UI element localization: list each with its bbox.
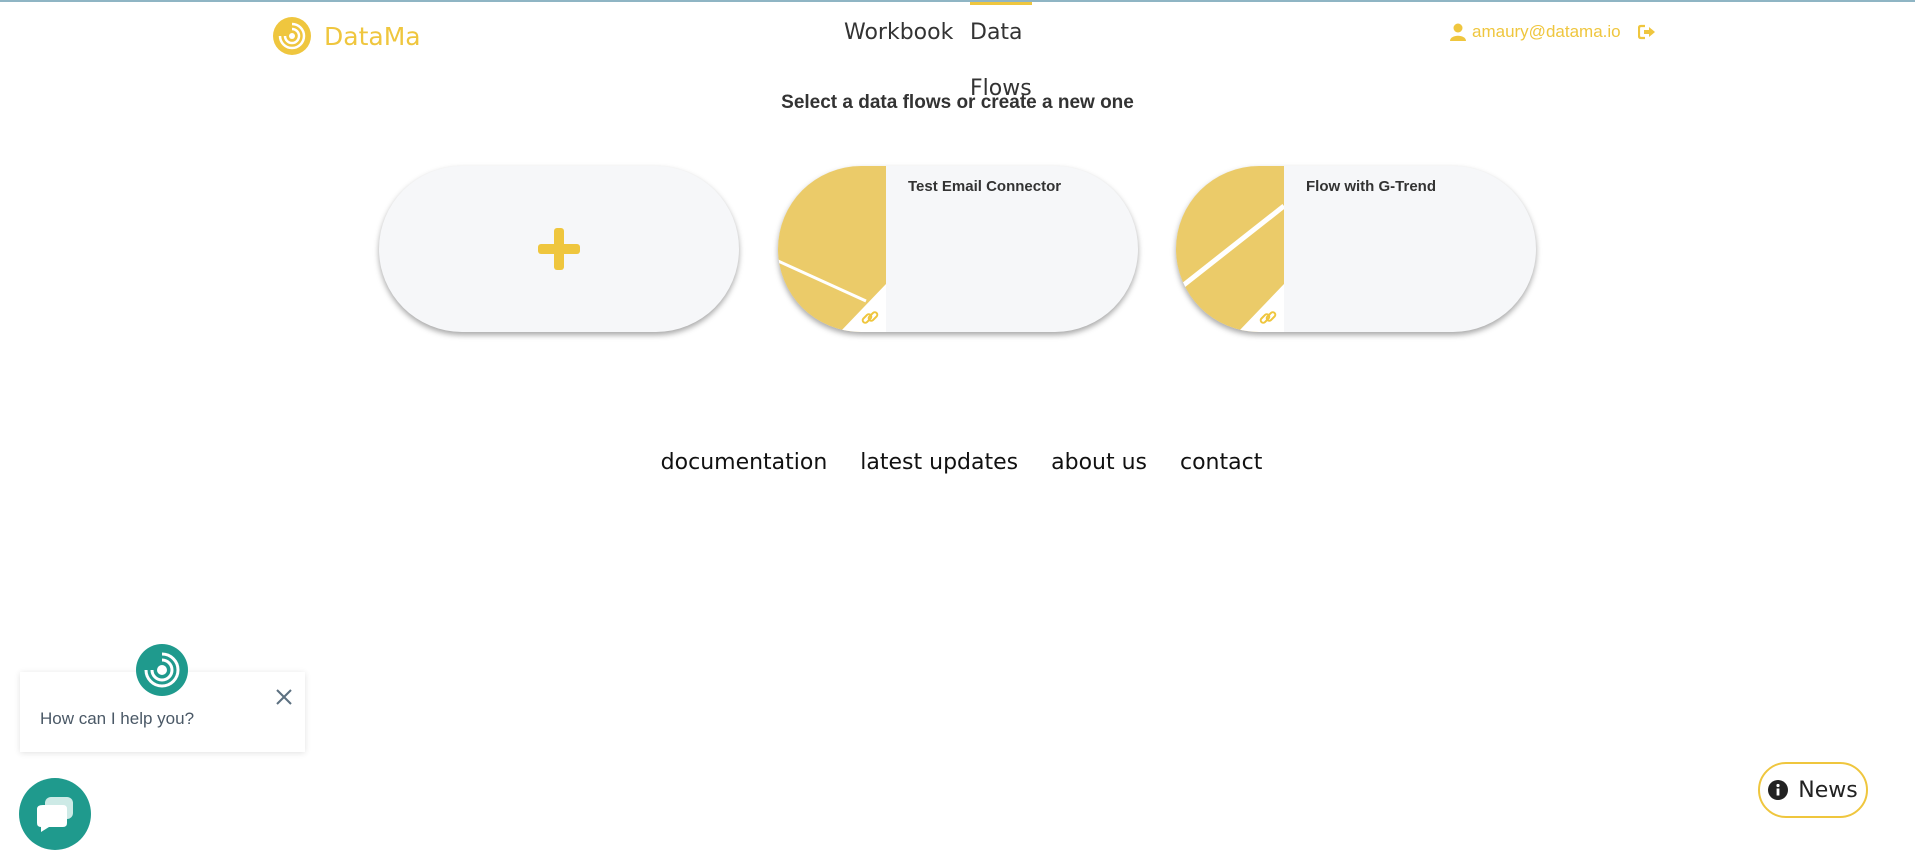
create-flow-card[interactable] (379, 166, 739, 332)
link-icon (1259, 311, 1277, 324)
chat-avatar-icon (136, 644, 188, 696)
user-email: amaury@datama.io (1472, 22, 1621, 41)
brand-name: DataMa (324, 21, 421, 51)
datama-logo-icon (273, 17, 311, 55)
page-subtitle: Select a data flows or create a new one (781, 92, 1134, 113)
user-icon (1450, 23, 1466, 41)
news-button[interactable]: News (1758, 762, 1868, 818)
link-icon (861, 311, 879, 324)
nav-data-flows[interactable]: Data Flows (970, 2, 1032, 101)
footer-links: documentation latest updates about us co… (0, 450, 1915, 475)
logo[interactable]: DataMa (272, 16, 421, 56)
footer-link-documentation[interactable]: documentation (661, 450, 828, 475)
plus-icon (379, 166, 739, 332)
news-label: News (1798, 777, 1858, 803)
footer-link-contact[interactable]: contact (1180, 450, 1262, 475)
close-icon[interactable] (275, 688, 293, 711)
flow-card[interactable]: Test Email Connector (778, 166, 1138, 332)
footer-link-latest-updates[interactable]: latest updates (860, 450, 1018, 475)
chat-prompt: How can I help you? (40, 709, 195, 728)
nav-workbook[interactable]: Workbook (844, 2, 953, 64)
sign-out-icon (1637, 24, 1655, 40)
header: DataMa Workbook Data Flows amaury@datama… (0, 2, 1915, 101)
chat-launcher-button[interactable] (19, 778, 91, 850)
info-icon (1768, 780, 1789, 800)
flow-title: Test Email Connector (908, 178, 1062, 195)
user-account[interactable]: amaury@datama.io (1450, 22, 1621, 42)
flow-card[interactable]: Flow with G-Trend (1176, 166, 1536, 332)
chat-icon (37, 797, 73, 832)
footer-link-about-us[interactable]: about us (1051, 450, 1147, 475)
flow-title: Flow with G-Trend (1306, 178, 1436, 195)
logout-button[interactable] (1637, 24, 1656, 45)
